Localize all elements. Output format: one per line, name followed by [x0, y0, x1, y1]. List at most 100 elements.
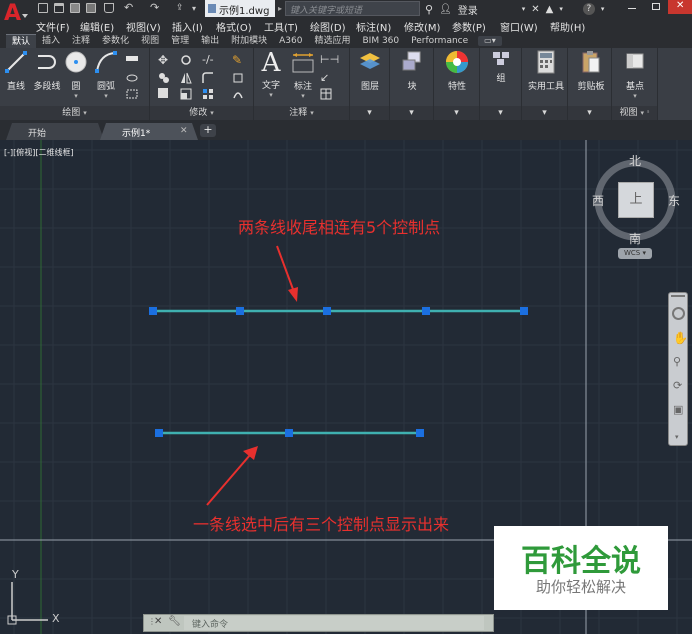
close-icon[interactable]: ✕ [154, 616, 162, 627]
file-tab-drawing[interactable]: 示例1* ✕ [100, 123, 198, 140]
stretch-icon[interactable] [158, 88, 168, 98]
a360-icon[interactable]: ▲ [546, 4, 554, 15]
grip-point[interactable] [323, 307, 331, 315]
menu-format[interactable]: 格式(O) [216, 18, 264, 34]
zoom-icon[interactable]: ⚲ [673, 355, 681, 368]
user-icon[interactable]: 👤︎ [439, 4, 452, 15]
arc-button[interactable]: 圆弧 ▾ [92, 50, 120, 100]
gradient-icon[interactable] [126, 88, 138, 100]
wcs-menu[interactable]: WCS ▾ [618, 248, 652, 259]
menu-window[interactable]: 窗口(W) [500, 18, 550, 34]
grip-point[interactable] [422, 307, 430, 315]
text-button[interactable]: A 文字 ▾ [256, 50, 286, 99]
compass-south[interactable]: 南 [629, 230, 641, 247]
help-icon[interactable]: ? [582, 3, 595, 15]
copy-icon[interactable] [158, 72, 170, 84]
tab-annotate[interactable]: 注释 [66, 34, 96, 48]
ribbon-options-icon[interactable]: ▭▾ [478, 36, 502, 46]
tab-addins[interactable]: 附加模块 [225, 34, 273, 48]
grip-point[interactable] [236, 307, 244, 315]
chevron-down-icon[interactable]: ▾ [601, 5, 605, 13]
array-icon[interactable] [202, 88, 214, 100]
menu-help[interactable]: 帮助(H) [550, 18, 600, 34]
chevron-down-icon[interactable]: ▾ [390, 106, 433, 120]
offset-icon[interactable] [232, 88, 244, 100]
line-button[interactable]: 直线 [2, 50, 30, 92]
menu-tools[interactable]: 工具(T) [264, 18, 310, 34]
leader-icon[interactable]: ↙ [320, 72, 332, 84]
file-tab-start[interactable]: 开始 [6, 123, 104, 140]
chevron-down-icon[interactable]: ▾ [559, 5, 563, 13]
tab-a360[interactable]: A360 [273, 34, 308, 48]
view-panel-title[interactable]: 视图 ▾ ˢ [612, 106, 657, 120]
modify-panel-title[interactable]: 修改 ▾ [150, 106, 253, 120]
clipboard-button[interactable]: 剪贴板 [570, 50, 612, 92]
grip-point[interactable] [149, 307, 157, 315]
tab-bim360[interactable]: BIM 360 [356, 34, 405, 48]
polyline-button[interactable]: 多段线 [30, 50, 64, 92]
wrench-icon[interactable]: 🔧︎ [168, 616, 181, 627]
menu-modify[interactable]: 修改(M) [404, 18, 452, 34]
grip-point[interactable] [520, 307, 528, 315]
dimension-button[interactable]: 标注 ▾ [288, 50, 318, 100]
menu-dimension[interactable]: 标注(N) [356, 18, 404, 34]
new-tab-button[interactable]: + [200, 124, 216, 137]
save-as-icon[interactable] [86, 3, 98, 14]
layers-button[interactable]: 图层 [354, 50, 386, 92]
search-input[interactable]: 键入关键字或短语 [285, 1, 420, 16]
menu-view[interactable]: 视图(V) [126, 18, 172, 34]
maximize-button[interactable] [644, 0, 668, 14]
drawing-canvas[interactable]: [-][俯视][二维线框] 两条线收尾相连有5个控制点 一条线选中后有三个控制点… [0, 140, 692, 634]
groups-button[interactable]: 组 [484, 50, 518, 84]
login-label[interactable]: 登录 [458, 2, 478, 17]
tab-view[interactable]: 视图 [135, 34, 165, 48]
erase-icon[interactable]: ✎ [232, 54, 244, 66]
tab-output[interactable]: 输出 [195, 34, 225, 48]
fillet-icon[interactable] [202, 72, 214, 84]
orbit-icon[interactable]: ⟳ [673, 379, 682, 392]
draw-panel-title[interactable]: 绘图 ▾ [0, 106, 149, 120]
undo-icon[interactable]: ↶ [124, 1, 136, 14]
rectangle-icon[interactable] [126, 56, 138, 61]
tab-default[interactable]: 默认 [6, 34, 37, 48]
chevron-down-icon[interactable]: ▾ [522, 106, 567, 120]
explode-icon[interactable] [232, 72, 244, 84]
tab-insert[interactable]: 插入 [36, 34, 66, 48]
qat-menu-icon[interactable]: ▾ [192, 4, 204, 15]
application-menu-button[interactable]: A [0, 0, 32, 32]
viewcube-top-face[interactable]: 上 [618, 182, 654, 218]
pan-icon[interactable]: ✋ [673, 331, 688, 345]
new-icon[interactable] [38, 3, 50, 14]
table-icon[interactable] [320, 88, 332, 100]
move-icon[interactable]: ✥ [158, 54, 170, 66]
grip-point[interactable] [155, 429, 163, 437]
properties-button[interactable]: 特性 [438, 50, 476, 92]
exchange-icon[interactable]: ✕ [531, 4, 539, 15]
chevron-down-icon[interactable]: ▾ [675, 433, 679, 441]
chevron-down-icon[interactable]: ▾ [568, 106, 611, 120]
close-tab-icon[interactable]: ✕ [180, 126, 188, 136]
binoculars-icon[interactable]: ⚲ [425, 3, 433, 16]
menu-file[interactable]: 文件(F) [36, 18, 80, 34]
steering-wheel-icon[interactable] [672, 307, 685, 320]
chevron-down-icon[interactable]: ▾ [434, 106, 479, 120]
menu-edit[interactable]: 编辑(E) [80, 18, 126, 34]
menu-parametric[interactable]: 参数(P) [452, 18, 500, 34]
redo-icon[interactable]: ↷ [150, 1, 162, 14]
menu-draw[interactable]: 绘图(D) [310, 18, 356, 34]
grip-point[interactable] [416, 429, 424, 437]
trim-icon[interactable]: -/- [202, 54, 214, 66]
chevron-down-icon[interactable]: ▾ [480, 106, 521, 120]
open-icon[interactable] [54, 3, 66, 14]
grip-point[interactable] [285, 429, 293, 437]
chevron-down-icon[interactable]: ▾ [522, 5, 526, 13]
tab-performance[interactable]: Performance [405, 34, 474, 48]
command-input[interactable]: 键入命令 [184, 616, 484, 630]
compass-west[interactable]: 西 [592, 192, 604, 209]
compass-east[interactable]: 东 [668, 192, 680, 209]
mirror-icon[interactable] [180, 72, 192, 84]
circle-button[interactable]: 圆 ▾ [62, 50, 90, 100]
viewcube[interactable]: 北 南 东 西 上 WCS ▾ [592, 152, 680, 262]
utilities-button[interactable]: 实用工具 [524, 50, 568, 92]
annotation-panel-title[interactable]: 注释 ▾ [254, 106, 349, 120]
